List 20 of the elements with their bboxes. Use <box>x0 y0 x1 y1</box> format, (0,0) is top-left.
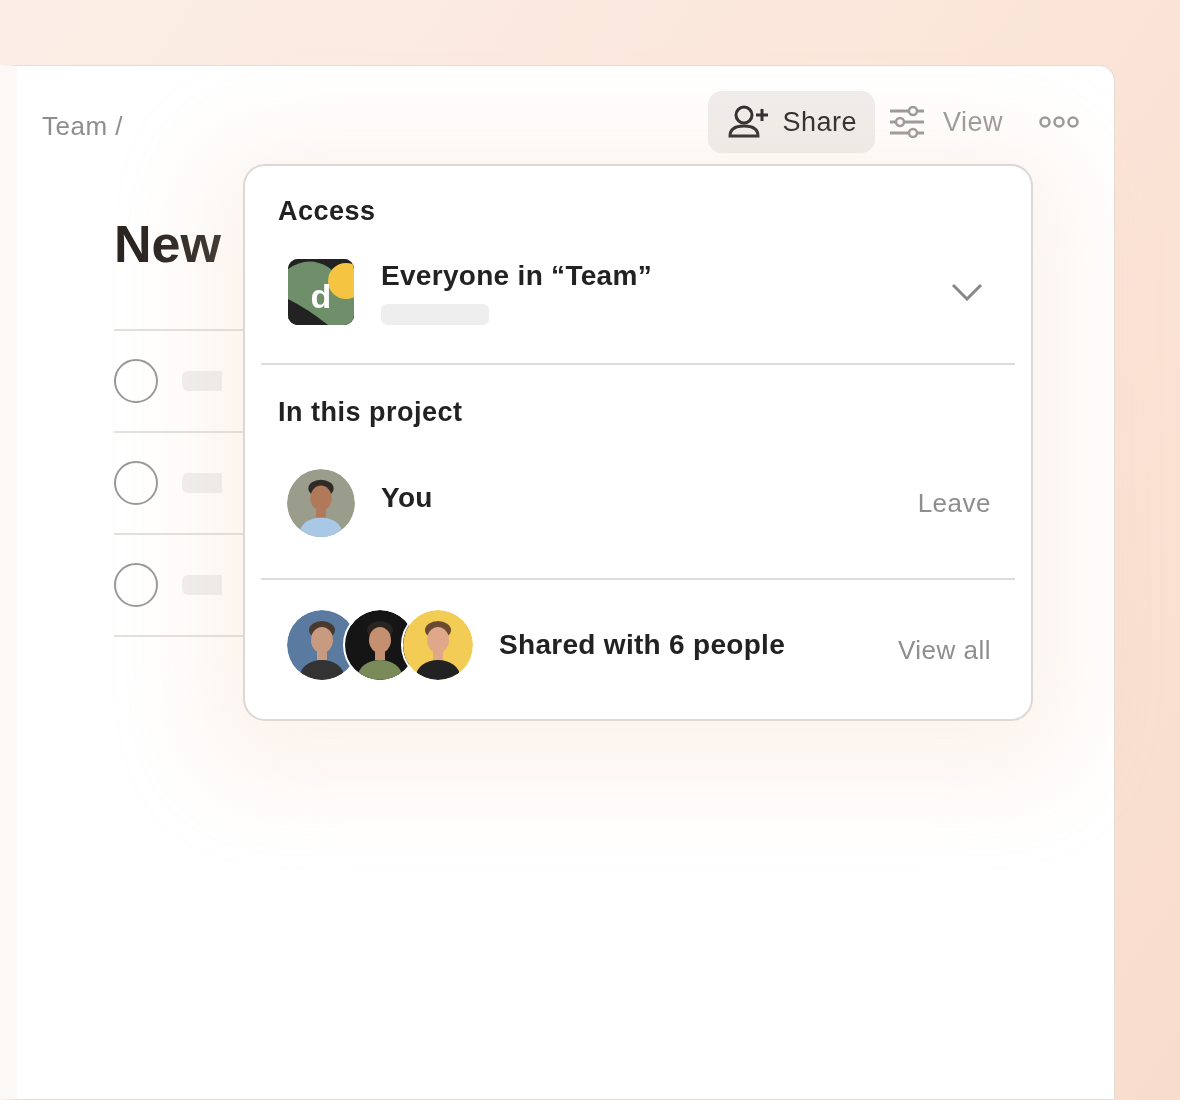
shared-label: Shared with 6 people <box>499 629 786 661</box>
task-checkbox[interactable] <box>114 563 158 607</box>
member-name: You <box>381 482 433 514</box>
page-title: New <box>114 214 221 275</box>
task-checkbox[interactable] <box>114 359 158 403</box>
view-all-link[interactable]: View all <box>897 634 991 666</box>
sliders-icon <box>888 106 925 138</box>
section-heading: Access <box>278 196 377 227</box>
share-button[interactable]: Share <box>708 91 875 153</box>
more-icon[interactable] <box>1039 115 1079 129</box>
view-button[interactable]: View <box>888 106 1003 138</box>
team-logo <box>288 259 354 325</box>
breadcrumb[interactable]: Team / <box>42 110 124 142</box>
logo-letter: d <box>310 276 332 316</box>
access-label: Everyone in “Team” <box>381 259 652 292</box>
section-heading: In this project <box>278 397 464 428</box>
task-checkbox[interactable] <box>114 461 158 505</box>
leave-link[interactable]: Leave <box>917 487 991 519</box>
chevron-icon[interactable] <box>951 283 983 301</box>
add-person-icon <box>728 105 771 139</box>
